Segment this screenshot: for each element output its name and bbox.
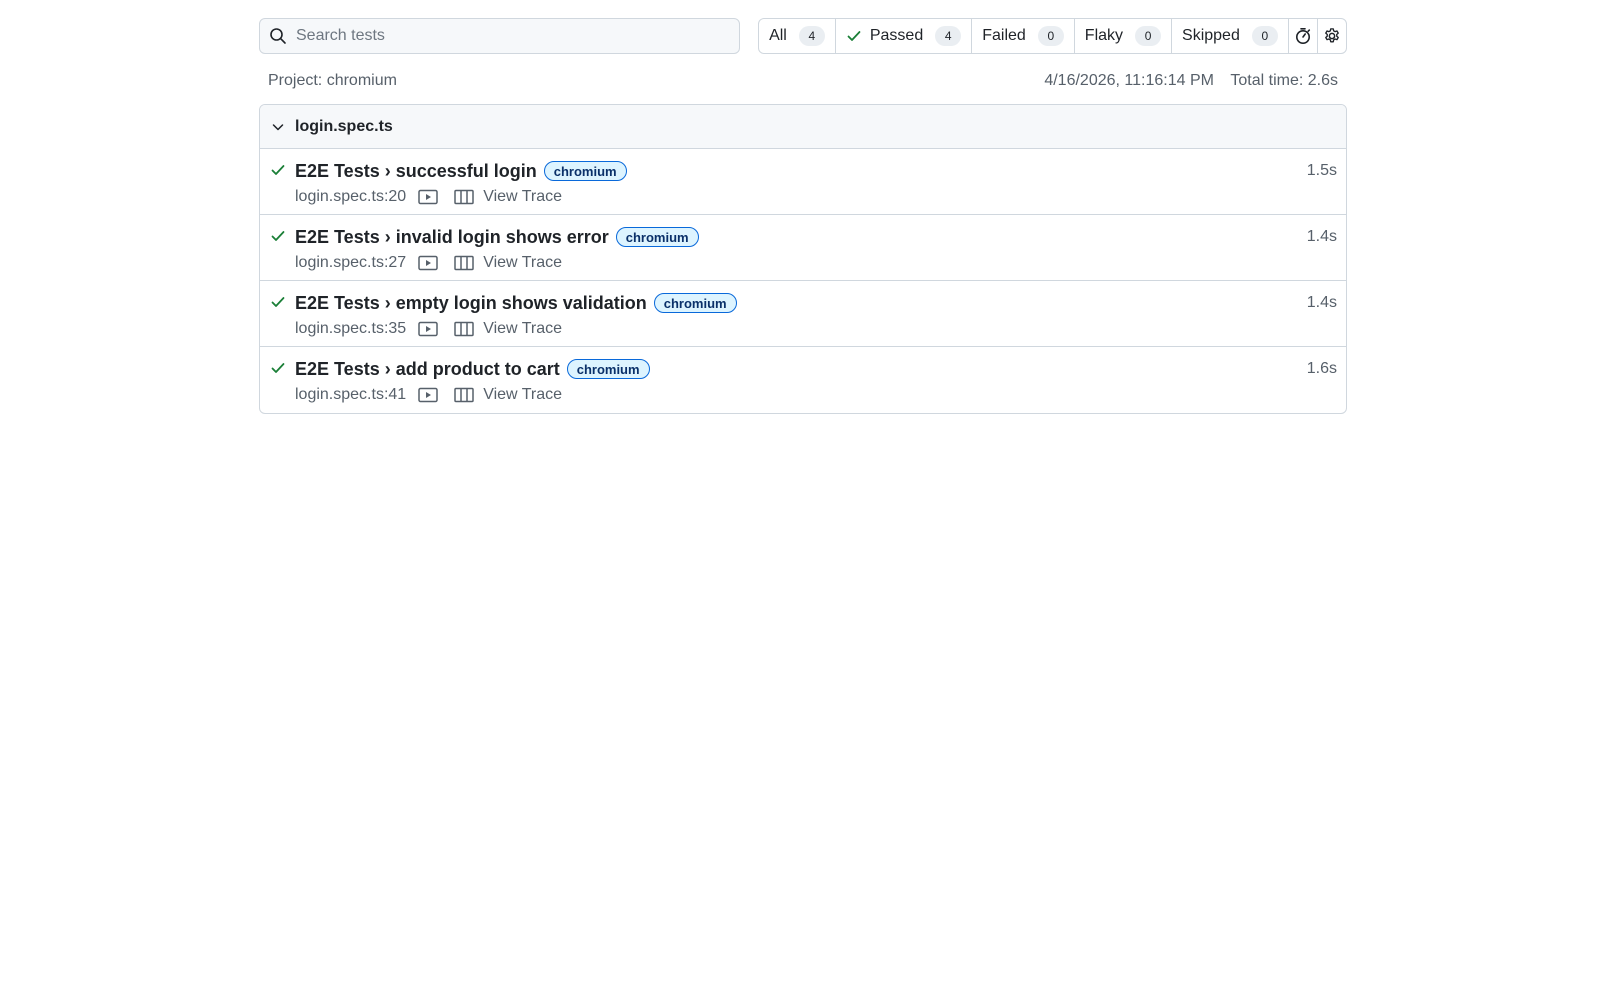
test-row: E2E Tests › add product to cart chromium…: [260, 347, 1346, 413]
test-title-link[interactable]: E2E Tests › successful login: [295, 161, 537, 182]
filter-skipped[interactable]: Skipped 0: [1172, 19, 1289, 53]
top-bar: All 4 Passed 4 Failed 0: [259, 18, 1347, 54]
trace-icon[interactable]: [454, 189, 474, 205]
test-location: login.spec.ts:41: [295, 386, 407, 403]
file-group: login.spec.ts E2E Tests › successful log…: [259, 104, 1347, 414]
video-icon[interactable]: [418, 255, 438, 271]
view-trace-link[interactable]: View Trace: [483, 188, 562, 206]
test-row: E2E Tests › invalid login shows error ch…: [260, 215, 1346, 281]
view-trace-link[interactable]: View Trace: [483, 320, 562, 338]
filter-all-label: All: [769, 27, 787, 44]
filter-flaky-label: Flaky: [1084, 27, 1124, 44]
test-details: login.spec.ts:41 View Trace: [295, 385, 562, 405]
video-icon[interactable]: [418, 321, 438, 337]
passed-check-icon: [270, 162, 286, 178]
test-row: E2E Tests › empty login shows validation…: [260, 281, 1346, 347]
filter-all-count: 4: [798, 26, 825, 46]
trace-icon[interactable]: [454, 321, 474, 337]
passed-check-icon: [270, 294, 286, 310]
project-label: Project: chromium: [268, 72, 397, 89]
trace-icon[interactable]: [454, 255, 474, 271]
test-details: login.spec.ts:35 View Trace: [295, 319, 562, 339]
filter-failed-count: 0: [1037, 26, 1064, 46]
test-location: login.spec.ts:35: [295, 320, 407, 337]
filter-flaky-count: 0: [1135, 26, 1162, 46]
settings-button[interactable]: [1318, 19, 1346, 53]
test-title-link[interactable]: E2E Tests › empty login shows validation: [295, 293, 647, 314]
filter-flaky[interactable]: Flaky 0: [1075, 19, 1173, 53]
timing-button[interactable]: [1289, 19, 1318, 53]
file-group-header[interactable]: login.spec.ts: [260, 105, 1346, 149]
test-duration: 1.6s: [1306, 360, 1337, 377]
filter-passed-count: 4: [935, 26, 962, 46]
search-icon: [268, 26, 288, 46]
filter-skipped-label: Skipped: [1182, 27, 1240, 44]
filter-passed[interactable]: Passed 4: [836, 19, 973, 53]
check-icon: [846, 28, 862, 44]
test-details: login.spec.ts:27 View Trace: [295, 253, 562, 273]
test-title-line: E2E Tests › invalid login shows error ch…: [295, 224, 699, 250]
total-time: Total time: 2.6s: [1230, 72, 1338, 89]
report-meta: Project: chromium 4/16/2026, 11:16:14 PM…: [259, 67, 1347, 95]
stopwatch-icon: [1294, 27, 1312, 45]
passed-check-icon: [270, 228, 286, 244]
status-filter-bar: All 4 Passed 4 Failed 0 Flaky 0 Skipped …: [758, 18, 1347, 54]
report-meta-right: 4/16/2026, 11:16:14 PM Total time: 2.6s: [1044, 72, 1338, 90]
project-tag[interactable]: chromium: [615, 227, 699, 247]
test-title-line: E2E Tests › successful login chromium: [295, 158, 627, 184]
search-input[interactable]: [296, 21, 736, 51]
passed-check-icon: [270, 360, 286, 376]
filter-passed-label: Passed: [869, 27, 924, 44]
test-details: login.spec.ts:20 View Trace: [295, 187, 562, 207]
chevron-down-icon: [270, 119, 286, 135]
video-icon[interactable]: [418, 189, 438, 205]
view-trace-link[interactable]: View Trace: [483, 386, 562, 404]
report-container: All 4 Passed 4 Failed 0: [259, 18, 1347, 414]
test-duration: 1.4s: [1306, 228, 1337, 245]
video-icon[interactable]: [418, 387, 438, 403]
test-title-link[interactable]: E2E Tests › invalid login shows error: [295, 227, 609, 248]
test-location: login.spec.ts:20: [295, 188, 407, 205]
gear-icon: [1323, 27, 1341, 45]
search-box[interactable]: [259, 18, 741, 54]
view-trace-link[interactable]: View Trace: [483, 254, 562, 272]
filter-all[interactable]: All 4: [759, 19, 836, 53]
test-duration: 1.4s: [1306, 294, 1337, 311]
filter-skipped-count: 0: [1251, 26, 1278, 46]
test-row: E2E Tests › successful login chromium 1.…: [260, 149, 1346, 215]
test-title-line: E2E Tests › empty login shows validation…: [295, 290, 737, 316]
report-timestamp: 4/16/2026, 11:16:14 PM: [1044, 72, 1214, 89]
trace-icon[interactable]: [454, 387, 474, 403]
test-title-line: E2E Tests › add product to cart chromium: [295, 356, 650, 382]
file-name: login.spec.ts: [295, 117, 393, 135]
filter-failed-label: Failed: [982, 27, 1026, 44]
test-title-link[interactable]: E2E Tests › add product to cart: [295, 359, 560, 380]
filter-failed[interactable]: Failed 0: [972, 19, 1075, 53]
test-duration: 1.5s: [1306, 162, 1337, 179]
test-location: login.spec.ts:27: [295, 254, 407, 271]
report-page: All 4 Passed 4 Failed 0: [0, 0, 1600, 1000]
project-tag[interactable]: chromium: [566, 359, 650, 379]
project-tag[interactable]: chromium: [543, 161, 627, 181]
project-tag[interactable]: chromium: [653, 293, 737, 313]
